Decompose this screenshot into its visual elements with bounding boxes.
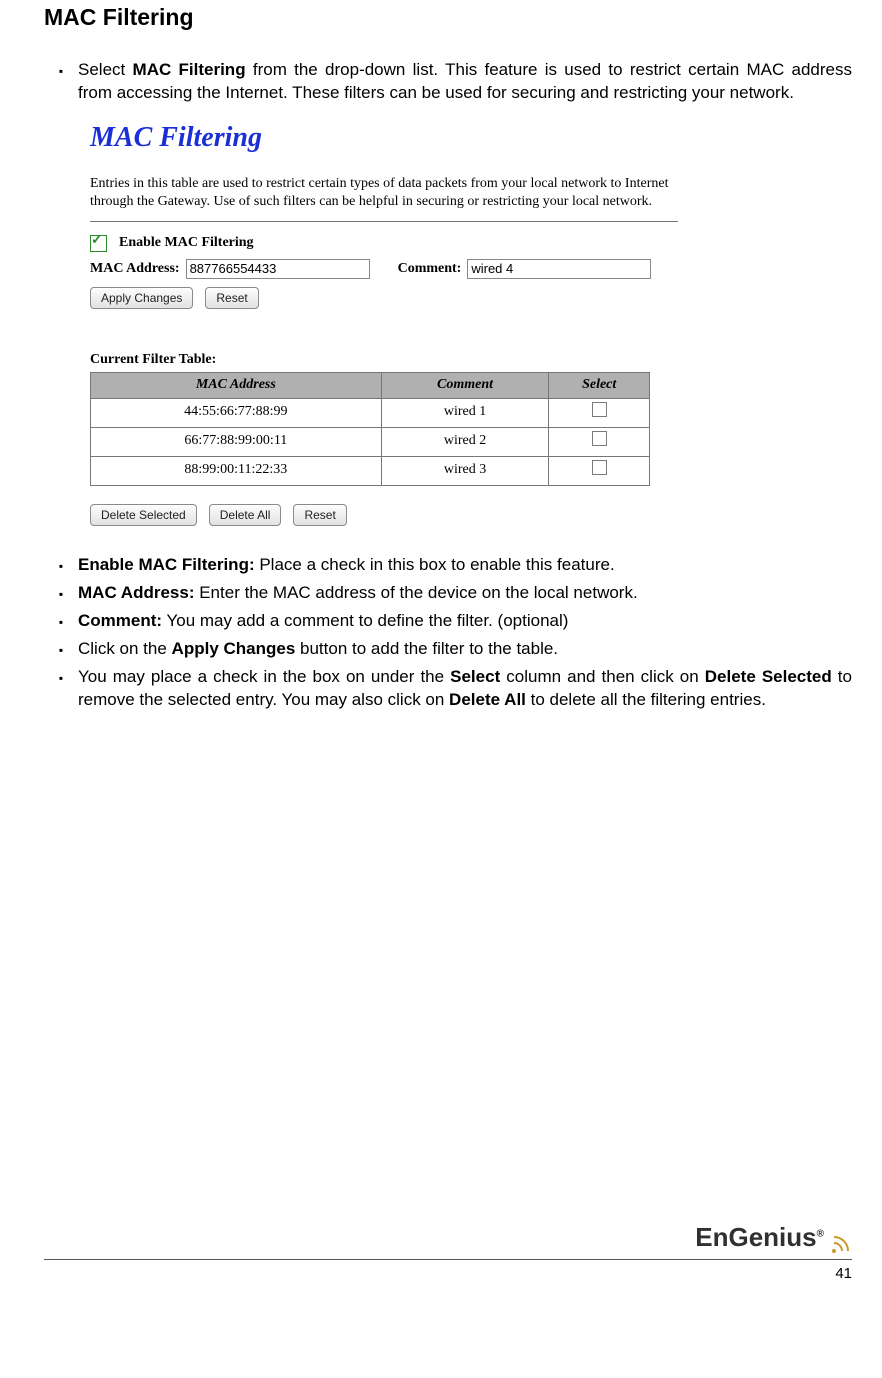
router-ui-panel: MAC Filtering Entries in this table are … (84, 119, 684, 526)
row-select-checkbox[interactable] (592, 402, 607, 417)
filter-table-caption: Current Filter Table: (90, 351, 678, 370)
panel-title: MAC Filtering (90, 119, 684, 157)
list-item: You may place a check in the box on unde… (78, 666, 852, 712)
comment-label: Comment: (398, 260, 462, 279)
mac-address-label: MAC Address: (90, 260, 180, 279)
bullet-icon: ▪ (44, 610, 78, 634)
comment-input[interactable] (467, 259, 651, 279)
list-item: Enable MAC Filtering: Place a check in t… (78, 554, 852, 577)
list-item: MAC Address: Enter the MAC address of th… (78, 582, 852, 605)
intro-text: Select MAC Filtering from the drop-down … (78, 59, 852, 105)
divider (90, 221, 678, 222)
col-mac: MAC Address (91, 373, 382, 399)
mac-address-input[interactable] (186, 259, 370, 279)
col-comment: Comment (381, 373, 549, 399)
delete-all-button[interactable]: Delete All (209, 504, 282, 526)
table-row: 88:99:00:11:22:33 wired 3 (91, 456, 650, 485)
apply-changes-button[interactable]: Apply Changes (90, 287, 193, 309)
row-select-checkbox[interactable] (592, 431, 607, 446)
bullet-icon: ▪ (44, 666, 78, 690)
intro-list: ▪ Select MAC Filtering from the drop-dow… (44, 59, 852, 105)
wifi-arcs-icon (830, 1233, 852, 1255)
panel-lead-text: Entries in this table are used to restri… (90, 175, 678, 211)
bullet-icon: ▪ (44, 582, 78, 606)
bullet-icon: ▪ (44, 638, 78, 662)
enable-mac-checkbox[interactable] (90, 235, 107, 252)
bullet-icon: ▪ (44, 59, 78, 83)
row-select-checkbox[interactable] (592, 460, 607, 475)
list-item: Comment: You may add a comment to define… (78, 610, 852, 633)
reset-button[interactable]: Reset (205, 287, 258, 309)
reset-table-button[interactable]: Reset (293, 504, 346, 526)
delete-selected-button[interactable]: Delete Selected (90, 504, 197, 526)
enable-mac-label: Enable MAC Filtering (119, 234, 254, 253)
bullet-icon: ▪ (44, 554, 78, 578)
definitions-list: ▪ Enable MAC Filtering: Place a check in… (44, 554, 852, 712)
table-row: 44:55:66:77:88:99 wired 1 (91, 398, 650, 427)
brand-logo: EnGenius® (44, 1220, 852, 1255)
table-row: 66:77:88:99:00:11 wired 2 (91, 427, 650, 456)
page-number: 41 (44, 1264, 852, 1284)
filter-table: MAC Address Comment Select 44:55:66:77:8… (90, 372, 650, 486)
page-footer: EnGenius® 41 (44, 1220, 852, 1284)
section-title: MAC Filtering (44, 2, 852, 33)
col-select: Select (549, 373, 650, 399)
list-item: Click on the Apply Changes button to add… (78, 638, 852, 661)
